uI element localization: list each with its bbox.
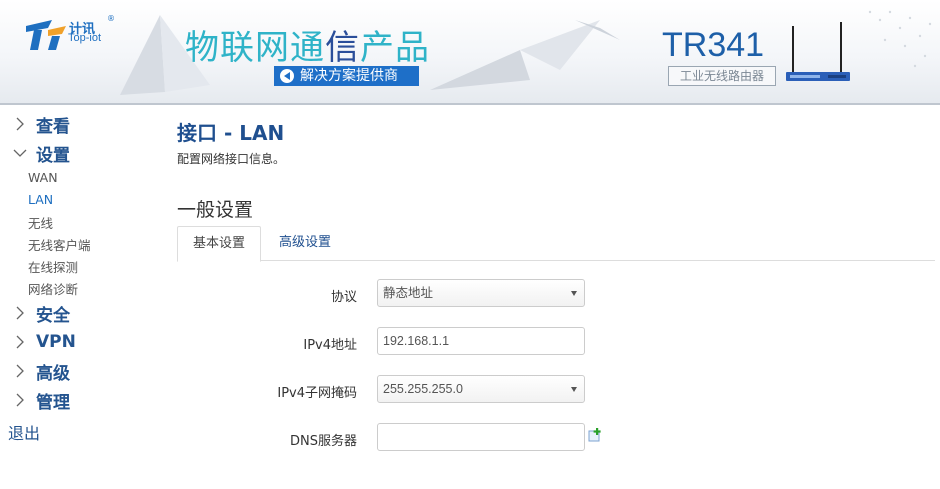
- logo-registered-mark: ®: [107, 14, 115, 23]
- slogan-part1: 物联网通: [185, 28, 325, 68]
- router-icon: [786, 22, 850, 81]
- nav-group-label: 查看: [36, 116, 70, 137]
- dropdown-arrow-icon: [571, 291, 577, 296]
- sidebar-item-wireless[interactable]: 无线: [28, 213, 53, 232]
- nav-group-label: 安全: [36, 305, 70, 326]
- dns-server-label: DNS服务器: [290, 434, 357, 449]
- slogan-accent: 信: [325, 28, 360, 68]
- netmask-label: IPv4子网掩码: [277, 386, 357, 401]
- netmask-select[interactable]: 255.255.255.0: [377, 375, 585, 403]
- sidebar-item-wan[interactable]: WAN: [28, 170, 58, 185]
- section-title: 一般设置: [177, 199, 254, 221]
- add-field-icon[interactable]: [588, 428, 602, 442]
- protocol-select[interactable]: 静态地址: [377, 279, 585, 307]
- nav-group-advanced[interactable]: 高级: [12, 359, 70, 384]
- tab-basic-settings[interactable]: 基本设置: [177, 226, 261, 262]
- nav-group-vpn[interactable]: VPN: [12, 330, 76, 354]
- sidebar-item-network-diagnostics[interactable]: 网络诊断: [28, 279, 78, 298]
- sidebar-item-lan[interactable]: LAN: [28, 192, 53, 207]
- protocol-value: 静态地址: [383, 286, 434, 300]
- header-banner: 计讯 ® Top-iot 物联网通信产品 解决方案提供商 TR341 工业无线路…: [0, 0, 940, 103]
- tab-advanced-settings[interactable]: 高级设置: [264, 226, 346, 260]
- banner-slogan: 物联网通信产品: [185, 20, 430, 69]
- device-model: TR341: [662, 26, 765, 64]
- chevron-right-icon: [16, 364, 24, 378]
- tagline-text: 解决方案提供商: [300, 68, 398, 84]
- nav-group-settings[interactable]: 设置: [12, 141, 70, 166]
- nav-group-label: VPN: [36, 332, 76, 352]
- dropdown-arrow-icon: [571, 387, 577, 392]
- sidebar-item-online-detection[interactable]: 在线探测: [28, 257, 78, 276]
- sidebar-item-wireless-client[interactable]: 无线客户端: [28, 235, 91, 254]
- nav-group-admin[interactable]: 管理: [12, 388, 70, 413]
- dns-server-input[interactable]: [377, 423, 585, 451]
- netmask-value: 255.255.255.0: [383, 382, 463, 396]
- banner-tagline: 解决方案提供商: [274, 66, 419, 86]
- ipv4-address-input[interactable]: 192.168.1.1: [377, 327, 585, 355]
- nav-group-security[interactable]: 安全: [12, 301, 70, 326]
- nav-group-label: 高级: [36, 363, 70, 384]
- protocol-label: 协议: [330, 290, 357, 305]
- logout-link[interactable]: 退出: [8, 420, 40, 444]
- chevron-down-icon: [13, 149, 27, 157]
- slogan-part2: 产品: [360, 28, 430, 68]
- page-title: 接口 - LAN: [177, 121, 285, 145]
- page-description: 配置网络接口信息。: [177, 152, 286, 166]
- play-icon: [280, 69, 294, 83]
- ipv4-address-label: IPv4地址: [303, 338, 357, 353]
- tabs-divider: [177, 260, 935, 261]
- logo-subtitle: Top-iot: [68, 32, 102, 44]
- chevron-right-icon: [16, 306, 24, 320]
- chevron-right-icon: [16, 117, 24, 131]
- nav-group-label: 管理: [36, 392, 70, 413]
- device-model-subtitle: 工业无线路由器: [668, 66, 776, 86]
- chevron-right-icon: [16, 335, 24, 349]
- nav-group-view[interactable]: 查看: [12, 112, 70, 137]
- nav-group-label: 设置: [36, 145, 70, 166]
- header-divider: [0, 103, 940, 105]
- chevron-right-icon: [16, 393, 24, 407]
